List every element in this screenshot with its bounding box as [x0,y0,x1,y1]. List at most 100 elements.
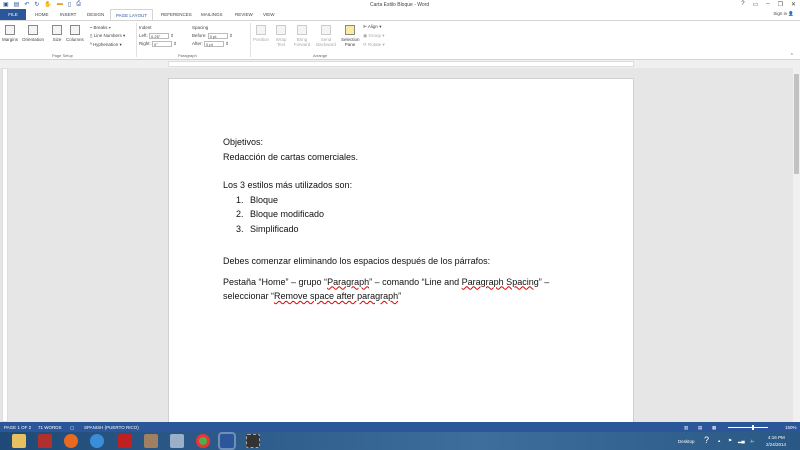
wrap-text-icon [276,25,286,35]
selection-pane-icon [345,25,355,35]
indent-right-label: Right: [139,41,151,47]
word-count[interactable]: 71 WORDS [38,425,62,430]
print-preview-icon[interactable]: ⎙ [76,1,81,8]
divider [250,23,251,57]
line-numbers-button[interactable]: ▯ Line Numbers ▾ [90,33,125,39]
list-item: 3. Simplificado [236,223,299,234]
firefox-icon[interactable] [64,434,78,448]
restore-button[interactable]: ❐ [778,1,783,8]
indent-right-input[interactable]: 0" [152,41,173,48]
spacing-heading: Spacing [192,25,209,30]
word-taskbar-icon[interactable] [218,432,236,450]
position-icon [256,25,266,35]
zoom-slider[interactable] [728,425,768,430]
minimize-button[interactable]: – [766,1,769,8]
group-button[interactable]: ▣ Group ▾ [363,33,385,39]
touch-mode-icon[interactable]: ✋ [44,1,51,8]
document-app-icon[interactable] [170,434,184,448]
orientation-button[interactable]: Orientation [22,25,44,42]
tab-references[interactable]: REFERENCES [156,9,197,20]
list-item: 1. Bloque [236,194,279,205]
margins-icon [5,25,15,35]
doc-line: Debes comenzar eliminando los espacios d… [223,256,491,266]
spacing-before-label: Before: [192,33,207,39]
columns-button[interactable]: Columns [66,25,84,42]
show-hidden-icons[interactable]: ▴ [718,438,720,444]
desktop-toolbar[interactable]: Desktop [678,439,695,444]
margins-button[interactable]: Margins [2,25,18,42]
rotate-button[interactable]: ⟳ Rotate ▾ [363,42,385,48]
redo-icon[interactable]: ↻ [34,1,39,8]
position-button[interactable]: Position [253,25,269,42]
media-app-icon[interactable] [118,434,132,448]
doc-line: Redacción de cartas comerciales. [223,151,359,162]
internet-explorer-icon[interactable] [90,434,104,448]
help-tray-icon[interactable]: ? [704,435,709,445]
tab-view[interactable]: VIEW [258,9,280,20]
document-area: Objetivos: Redacción de cartas comercial… [0,68,793,422]
orientation-icon [28,25,38,35]
clock-time[interactable]: 4:16 PM [768,435,785,440]
language-indicator[interactable]: SPANISH (PUERTO RICO) [84,425,139,430]
tab-file[interactable]: FILE [0,9,26,20]
clock-date[interactable]: 2/24/2014 [766,442,786,447]
ribbon-display-options-icon[interactable]: ▭ [753,1,759,8]
read-mode-icon[interactable]: ▥ [684,425,688,431]
wrap-text-button[interactable]: Wrap Text [273,25,289,47]
tab-design[interactable]: DESIGN [82,9,109,20]
indent-heading: Indent [139,25,152,30]
chrome-icon[interactable] [196,434,210,448]
network-icon[interactable]: ▂▄ [738,438,745,444]
proofing-icon[interactable]: ▢ [70,425,74,431]
document-page[interactable]: Objetivos: Redacción de cartas comercial… [168,78,634,422]
tab-page-layout[interactable]: PAGE LAYOUT [110,9,154,20]
selection-pane-button[interactable]: Selection Pane [341,25,360,47]
snipping-tool-icon[interactable] [246,434,260,448]
quick-access-toolbar: ▣ ▤ ↶ ↻ ✋ ▬ ▯ ⎙ [3,1,81,8]
print-layout-icon[interactable]: ▤ [698,425,702,431]
open-folder-icon[interactable]: ▬ [57,1,63,8]
vertical-scrollbar[interactable] [793,68,800,422]
close-button[interactable]: ✕ [791,1,796,8]
new-document-icon[interactable]: ▯ [68,1,71,8]
page-count[interactable]: PAGE 1 OF 2 [4,425,31,430]
app-icon[interactable] [38,434,52,448]
breaks-button[interactable]: ⎯ Breaks ▾ [90,25,125,30]
spacing-after-input[interactable]: 0 pt [204,41,225,48]
align-button[interactable]: ⊫ Align ▾ [363,24,385,30]
word-icon: ▣ [3,2,9,8]
tab-review[interactable]: REVIEW [230,9,258,20]
file-explorer-icon[interactable] [12,434,26,448]
spacing-after-label: After: [192,41,203,47]
size-button[interactable]: Size [52,25,62,42]
arrange-group-label: Arrange [313,53,328,58]
hyphenation-button[interactable]: ª Hyphenation ▾ [90,42,125,48]
ribbon-tabs: FILE HOME INSERT DESIGN PAGE LAYOUT REFE… [0,9,800,20]
status-bar: PAGE 1 OF 2 71 WORDS ▢ SPANISH (PUERTO R… [0,422,800,432]
user-avatar-icon[interactable]: 👤 [788,11,794,16]
tab-home[interactable]: HOME [30,9,54,20]
window-title: Carta Estilo Bloque - Word [370,2,430,8]
help-button[interactable]: ? [741,1,744,8]
tab-mailings[interactable]: MAILINGS [196,9,228,20]
horizontal-ruler[interactable] [0,60,800,68]
spacing-before-input[interactable]: 0 pt [207,33,228,39]
web-layout-icon[interactable]: ▦ [712,425,716,431]
document-body[interactable]: Objetivos: Redacción de cartas comercial… [223,135,583,304]
vertical-ruler[interactable] [2,68,8,422]
action-center-icon[interactable]: ⚑ [728,438,732,444]
undo-icon[interactable]: ↶ [24,1,29,8]
app-icon[interactable] [144,434,158,448]
volume-icon[interactable]: 🔈 [750,438,756,444]
send-backward-button[interactable]: Send Backward [315,25,337,47]
columns-icon [69,25,80,35]
collapse-ribbon-icon[interactable]: ⌃ [790,53,794,59]
indent-left-input[interactable]: 0.25" [149,33,170,39]
tab-insert[interactable]: INSERT [55,9,81,20]
save-icon[interactable]: ▤ [14,1,20,8]
doc-line: Los 3 estilos más utilizados son: [223,180,353,190]
bring-forward-button[interactable]: Bring Forward [292,25,312,47]
sign-in-link[interactable]: Sign in [773,11,787,16]
divider [136,23,137,57]
zoom-level[interactable]: 150% [785,425,797,430]
